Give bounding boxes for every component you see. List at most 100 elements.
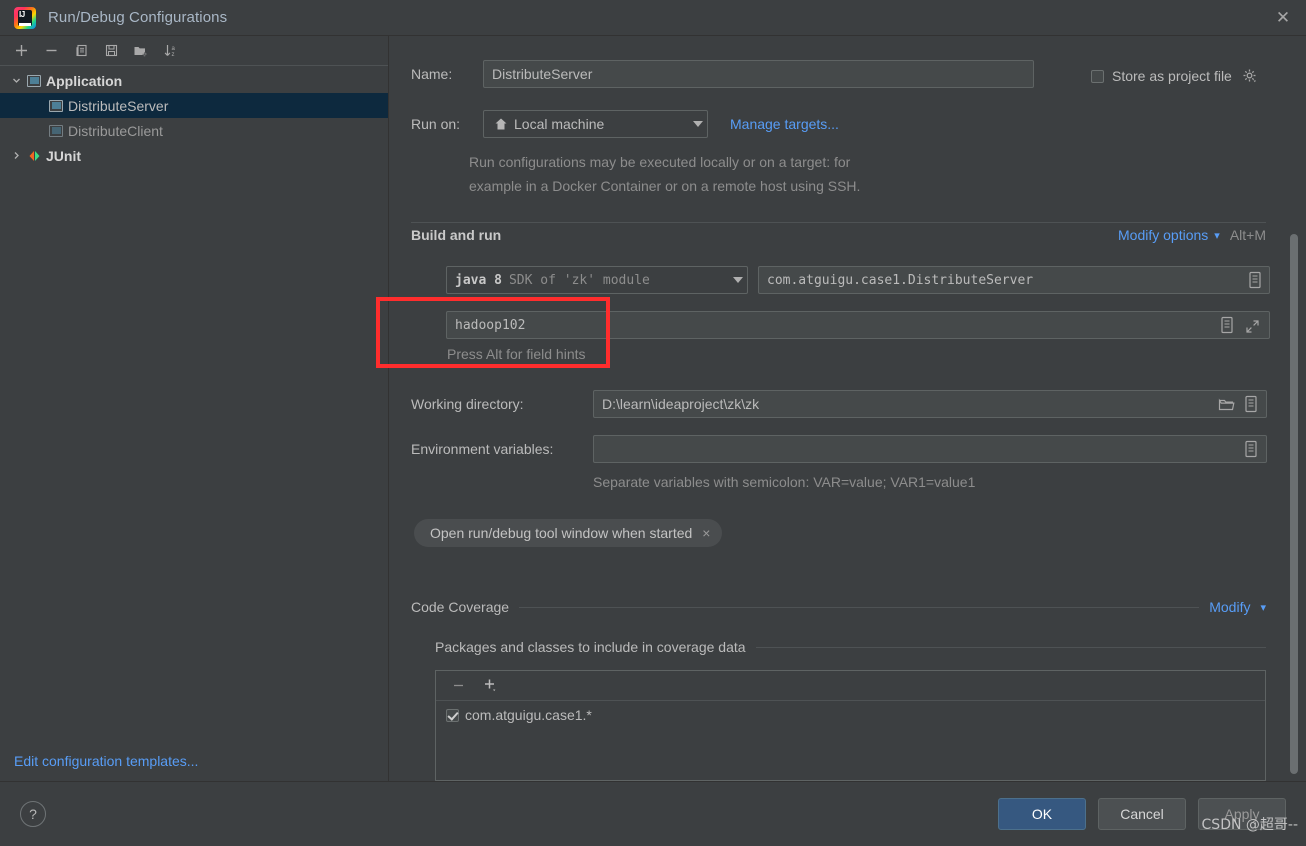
coverage-toolbar — [436, 671, 1265, 701]
run-on-hint-line2: example in a Docker Container or on a re… — [469, 178, 861, 194]
jre-value-version: java 8 — [455, 272, 502, 288]
macros-icon[interactable] — [1241, 394, 1261, 414]
program-arguments-input[interactable]: hadoop102 — [446, 311, 1270, 339]
run-debug-configurations-dialog: IJ Run/Debug Configurations ✕ a z Applic… — [0, 0, 1306, 846]
run-on-select[interactable]: Local machine — [483, 110, 708, 138]
name-label: Name: — [411, 66, 453, 82]
home-icon — [492, 114, 510, 134]
svg-text:z: z — [172, 52, 175, 58]
tree-group-application[interactable]: Application — [0, 68, 388, 93]
macros-icon[interactable] — [1217, 315, 1237, 335]
configuration-tree: Application DistributeServer DistributeC… — [0, 66, 388, 168]
tree-item-distributeserver[interactable]: DistributeServer — [0, 93, 388, 118]
jre-value-description: SDK of 'zk' module — [508, 272, 650, 288]
tree-group-junit-label: JUnit — [46, 147, 81, 164]
help-button[interactable]: ? — [20, 801, 46, 827]
intellij-idea-logo-icon: IJ — [14, 6, 36, 29]
build-and-run-header: Build and run Modify options ▾ Alt+M — [411, 227, 1266, 243]
main-class-value: com.atguigu.case1.DistributeServer — [767, 272, 1034, 288]
tree-group-application-label: Application — [46, 72, 123, 89]
modify-options-link[interactable]: Modify options — [1118, 227, 1208, 243]
chevron-down-icon[interactable]: ▾ — [1214, 229, 1220, 242]
program-arguments-row: hadoop102 — [446, 311, 1270, 339]
code-coverage-title: Code Coverage — [411, 599, 510, 615]
dialog-footer: ? OK Cancel Apply — [0, 781, 1306, 846]
watermark: CSDN @超哥-- — [1201, 817, 1298, 833]
open-tool-window-chip[interactable]: Open run/debug tool window when started … — [414, 519, 723, 547]
expand-icon[interactable] — [1242, 316, 1262, 336]
chevron-down-icon[interactable] — [693, 121, 703, 127]
chevron-down-icon[interactable]: ▾ — [1260, 601, 1266, 614]
build-and-run-title: Build and run — [411, 227, 502, 243]
code-coverage-modify-link[interactable]: Modify — [1209, 599, 1250, 615]
working-directory-input[interactable]: D:\learn\ideaproject\zk\zk — [593, 390, 1267, 418]
environment-variables-row: Environment variables: — [411, 435, 1267, 463]
name-row: Name: DistributeServer — [411, 60, 1071, 88]
run-on-value: Local machine — [514, 116, 605, 132]
name-input[interactable]: DistributeServer — [483, 60, 1034, 88]
sdk-and-main-class-row: java 8 SDK of 'zk' module com.atguigu.ca… — [446, 266, 1270, 294]
run-on-label: Run on: — [411, 116, 461, 132]
jre-select[interactable]: java 8 SDK of 'zk' module — [446, 266, 748, 294]
configurations-sidebar: a z Application DistributeServer Distrib… — [0, 36, 389, 781]
scrollbar-thumb[interactable] — [1290, 234, 1298, 774]
environment-variables-label: Environment variables: — [411, 441, 554, 457]
remove-configuration-button[interactable] — [36, 38, 66, 64]
tree-group-junit[interactable]: JUnit — [0, 143, 388, 168]
coverage-list: com.atguigu.case1.* — [435, 670, 1266, 781]
manage-targets-link[interactable]: Manage targets... — [730, 116, 839, 132]
browse-class-icon[interactable] — [1245, 270, 1265, 290]
run-on-hint-line1: Run configurations may be executed local… — [469, 154, 851, 170]
ok-button[interactable]: OK — [998, 798, 1086, 830]
edit-configuration-templates-link[interactable]: Edit configuration templates... — [14, 753, 198, 769]
code-coverage-header: Code Coverage Modify ▾ — [411, 599, 1266, 615]
store-as-project-file-checkbox[interactable] — [1091, 69, 1104, 83]
junit-icon — [24, 149, 44, 163]
sort-az-button[interactable]: a z — [156, 38, 186, 64]
move-to-folder-button[interactable] — [126, 38, 156, 64]
divider — [755, 646, 1266, 648]
sidebar-toolbar: a z — [0, 36, 388, 66]
chevron-down-icon[interactable] — [8, 76, 24, 85]
window-title: Run/Debug Configurations — [48, 9, 228, 26]
coverage-list-item[interactable]: com.atguigu.case1.* — [436, 701, 1265, 723]
run-on-hint: Run configurations may be executed local… — [469, 150, 989, 198]
vertical-scrollbar[interactable] — [1290, 234, 1298, 781]
working-directory-row: Working directory: D:\learn\ideaproject\… — [411, 390, 1267, 418]
chevron-down-icon[interactable] — [733, 277, 743, 283]
add-package-button[interactable] — [480, 676, 500, 696]
modify-options-shortcut: Alt+M — [1229, 227, 1266, 243]
chevron-right-icon[interactable] — [8, 151, 24, 160]
divider — [411, 222, 1266, 223]
main-class-input[interactable]: com.atguigu.case1.DistributeServer — [758, 266, 1270, 294]
run-on-row: Run on: Local machine Manage targets... — [411, 110, 839, 138]
tree-item-distributeserver-label: DistributeServer — [68, 97, 169, 114]
configuration-editor-panel: Name: DistributeServer Store as project … — [389, 36, 1306, 781]
working-directory-label: Working directory: — [411, 396, 524, 412]
edit-variables-icon[interactable] — [1241, 439, 1261, 459]
application-icon — [46, 99, 66, 112]
close-icon[interactable]: ✕ — [1260, 0, 1306, 35]
working-directory-value: D:\learn\ideaproject\zk\zk — [602, 396, 760, 412]
field-hint: Press Alt for field hints — [447, 346, 586, 362]
save-configuration-button[interactable] — [96, 38, 126, 64]
close-icon[interactable]: × — [702, 525, 710, 541]
titlebar: IJ Run/Debug Configurations ✕ — [0, 0, 1306, 36]
copy-configuration-button[interactable] — [66, 38, 96, 64]
gear-icon[interactable] — [1240, 66, 1260, 86]
environment-variables-input[interactable] — [593, 435, 1267, 463]
application-icon — [24, 74, 44, 87]
remove-package-button[interactable] — [448, 676, 468, 696]
environment-variables-hint: Separate variables with semicolon: VAR=v… — [593, 474, 976, 490]
cancel-button[interactable]: Cancel — [1098, 798, 1186, 830]
store-as-project-file-row[interactable]: Store as project file — [1091, 66, 1260, 86]
application-icon — [46, 124, 66, 137]
packages-title: Packages and classes to include in cover… — [435, 639, 746, 655]
folder-icon[interactable] — [1216, 395, 1236, 415]
tree-item-distributeclient[interactable]: DistributeClient — [0, 118, 388, 143]
packages-header: Packages and classes to include in cover… — [435, 639, 1266, 655]
add-configuration-button[interactable] — [6, 38, 36, 64]
coverage-item-label: com.atguigu.case1.* — [465, 707, 592, 723]
coverage-item-checkbox[interactable] — [446, 708, 459, 722]
open-tool-window-chip-label: Open run/debug tool window when started — [430, 525, 693, 541]
